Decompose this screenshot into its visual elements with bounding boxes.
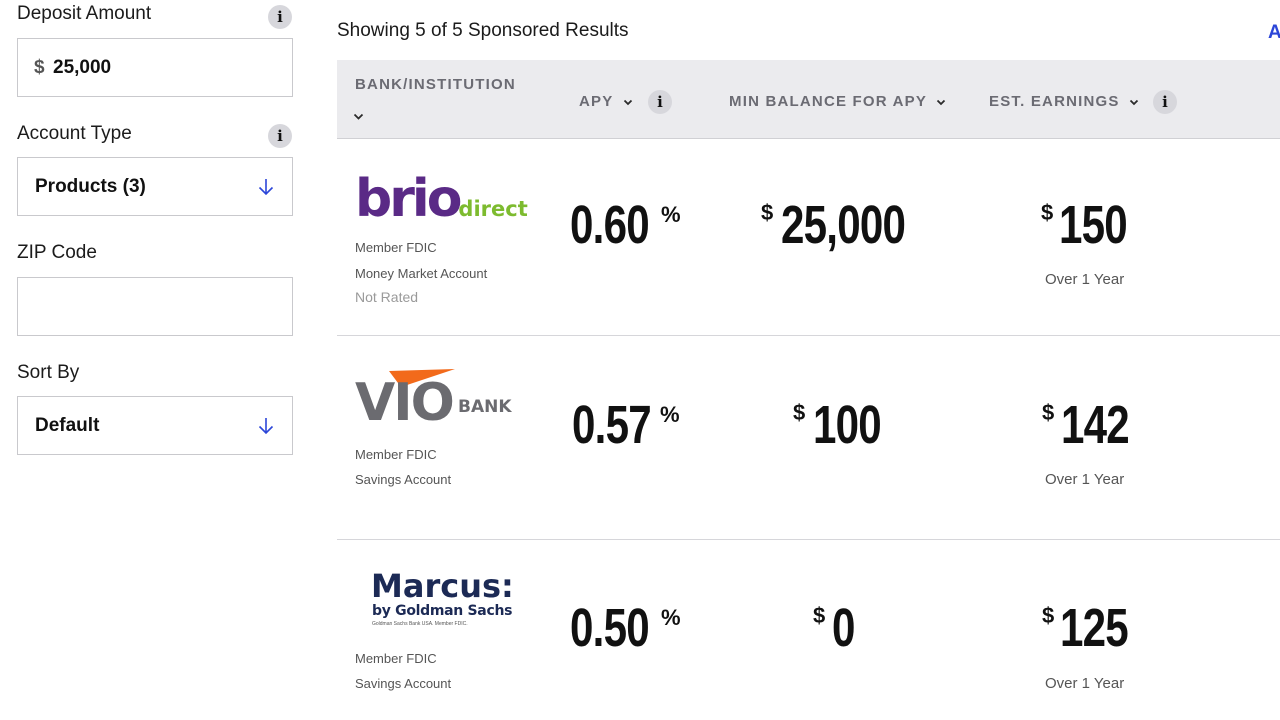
column-min-balance-label: MIN BALANCE FOR APY [729, 93, 927, 110]
earnings-period: Over 1 Year [1045, 471, 1125, 488]
currency-symbol: $ [34, 57, 45, 78]
earnings-value: 142 [1061, 395, 1130, 455]
product-type: Savings Account [355, 472, 452, 487]
apy-value: 0.50 [570, 598, 650, 658]
earnings-value: 150 [1059, 195, 1128, 255]
column-earnings-label: EST. EARNINGS [989, 93, 1120, 110]
info-icon[interactable]: i [268, 5, 292, 29]
product-type: Savings Account [355, 676, 452, 691]
arrow-down-icon [258, 179, 274, 196]
deposit-amount-value[interactable]: 25,000 [53, 39, 111, 96]
percent-symbol: % [661, 202, 681, 227]
chevron-down-icon [937, 99, 946, 106]
earnings-value: 125 [1060, 598, 1129, 658]
dollar-symbol: $ [1042, 400, 1055, 425]
rating-text: Not Rated [355, 289, 419, 305]
column-min-balance[interactable]: MIN BALANCE FOR APY [729, 93, 946, 110]
account-type-value: Products (3) [35, 176, 146, 197]
deposit-amount-field[interactable]: $ 25,000 [17, 38, 293, 97]
info-icon[interactable]: i [1153, 90, 1177, 114]
dollar-symbol: $ [1042, 603, 1055, 628]
marcus-logo: Marcus: by Goldman Sachs Goldman Sachs B… [371, 567, 514, 627]
column-bank-label: BANK/INSTITUTION [355, 76, 516, 93]
column-bank-institution[interactable]: BANK/INSTITUTION [355, 76, 516, 93]
percent-symbol: % [661, 605, 681, 630]
dollar-symbol: $ [813, 603, 826, 628]
chevron-down-icon [1129, 99, 1139, 106]
min-balance-value: 25,000 [781, 195, 906, 255]
apy-value: 0.57 [572, 395, 652, 455]
info-icon[interactable]: i [648, 90, 672, 114]
apy-value: 0.60 [570, 195, 650, 255]
info-icon[interactable]: i [268, 124, 292, 148]
vio-bank-logo: VIO BANK [355, 367, 525, 437]
sort-by-value: Default [35, 415, 100, 436]
dollar-symbol: $ [761, 200, 774, 225]
earnings-period: Over 1 Year [1045, 271, 1125, 288]
column-apy[interactable]: APY [579, 93, 633, 110]
percent-symbol: % [660, 402, 680, 427]
table-header: BANK/INSTITUTION APY i MIN BALANCE FOR A… [337, 60, 1280, 139]
member-fdic: Member FDIC [355, 447, 437, 462]
earnings-period: Over 1 Year [1045, 675, 1125, 692]
sort-by-label: Sort By [17, 362, 80, 383]
table-row[interactable]: VIO BANK Member FDIC Savings Account 0.5… [337, 337, 1280, 540]
column-est-earnings[interactable]: EST. EARNINGS [989, 93, 1139, 110]
sort-by-select[interactable]: Default [17, 396, 293, 455]
arrow-down-icon [258, 418, 274, 435]
member-fdic: Member FDIC [355, 651, 437, 666]
dollar-symbol: $ [1041, 200, 1054, 225]
zip-code-label: ZIP Code [17, 242, 97, 263]
account-type-select[interactable]: Products (3) [17, 157, 293, 216]
member-fdic: Member FDIC [355, 240, 437, 255]
deposit-amount-label: Deposit Amount [17, 3, 152, 24]
clipped-link[interactable]: A [1268, 22, 1280, 44]
min-balance-value: 0 [832, 598, 855, 658]
column-apy-label: APY [579, 93, 614, 110]
filter-sidebar: Deposit Amount i $ 25,000 Account Type i… [0, 0, 310, 720]
zip-code-input[interactable] [17, 277, 293, 336]
dollar-symbol: $ [793, 400, 806, 425]
table-row[interactable]: briodirect Member FDIC Money Market Acco… [337, 140, 1280, 336]
brio-direct-logo: briodirect [355, 169, 528, 229]
account-type-label: Account Type [17, 123, 132, 144]
results-count: Showing 5 of 5 Sponsored Results [337, 20, 629, 41]
table-row[interactable]: Marcus: by Goldman Sachs Goldman Sachs B… [337, 541, 1280, 720]
chevron-down-icon[interactable] [353, 108, 364, 125]
product-type: Money Market Account [355, 266, 488, 281]
min-balance-value: 100 [813, 395, 882, 455]
chevron-down-icon [623, 99, 632, 106]
